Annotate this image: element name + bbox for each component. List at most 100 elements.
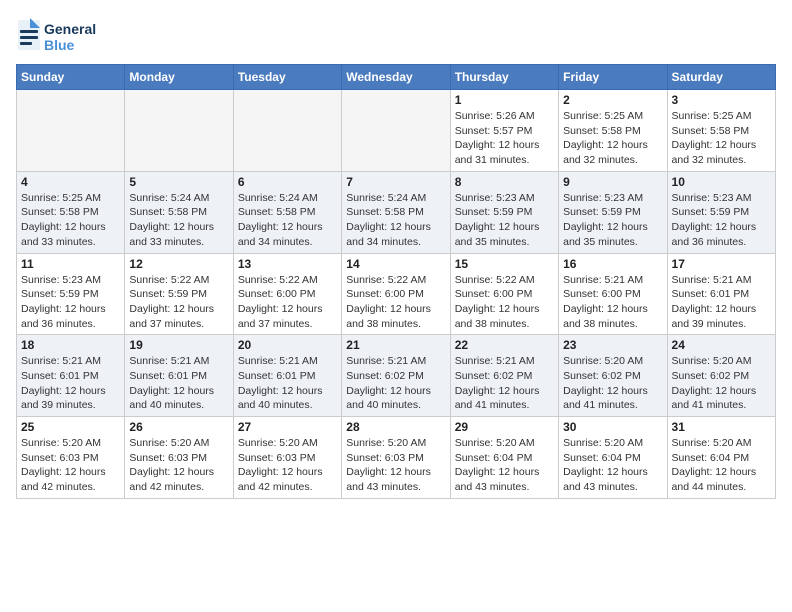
- weekday-header-sunday: Sunday: [17, 65, 125, 90]
- day-number: 14: [346, 257, 445, 271]
- calendar-header-row: SundayMondayTuesdayWednesdayThursdayFrid…: [17, 65, 776, 90]
- day-info: Sunrise: 5:20 AMSunset: 6:03 PMDaylight:…: [21, 436, 120, 495]
- day-number: 3: [672, 93, 771, 107]
- logo: General Blue: [16, 16, 116, 56]
- calendar-cell: 14 Sunrise: 5:22 AMSunset: 6:00 PMDayligh…: [342, 253, 450, 335]
- day-number: 21: [346, 338, 445, 352]
- logo-svg: General Blue: [16, 16, 116, 56]
- calendar-cell: 15 Sunrise: 5:22 AMSunset: 6:00 PMDayligh…: [450, 253, 558, 335]
- calendar-cell: 20 Sunrise: 5:21 AMSunset: 6:01 PMDayligh…: [233, 335, 341, 417]
- day-number: 13: [238, 257, 337, 271]
- calendar-cell: [125, 90, 233, 172]
- day-number: 24: [672, 338, 771, 352]
- day-info: Sunrise: 5:23 AMSunset: 5:59 PMDaylight:…: [21, 273, 120, 332]
- calendar-cell: 8 Sunrise: 5:23 AMSunset: 5:59 PMDaylight…: [450, 171, 558, 253]
- day-info: Sunrise: 5:26 AMSunset: 5:57 PMDaylight:…: [455, 109, 554, 168]
- day-info: Sunrise: 5:22 AMSunset: 6:00 PMDaylight:…: [346, 273, 445, 332]
- day-info: Sunrise: 5:21 AMSunset: 6:00 PMDaylight:…: [563, 273, 662, 332]
- day-info: Sunrise: 5:23 AMSunset: 5:59 PMDaylight:…: [455, 191, 554, 250]
- day-number: 1: [455, 93, 554, 107]
- day-info: Sunrise: 5:22 AMSunset: 6:00 PMDaylight:…: [455, 273, 554, 332]
- day-number: 2: [563, 93, 662, 107]
- day-number: 28: [346, 420, 445, 434]
- day-info: Sunrise: 5:24 AMSunset: 5:58 PMDaylight:…: [238, 191, 337, 250]
- day-number: 26: [129, 420, 228, 434]
- calendar-cell: 24 Sunrise: 5:20 AMSunset: 6:02 PMDayligh…: [667, 335, 775, 417]
- weekday-header-wednesday: Wednesday: [342, 65, 450, 90]
- day-info: Sunrise: 5:21 AMSunset: 6:01 PMDaylight:…: [238, 354, 337, 413]
- calendar-cell: 2 Sunrise: 5:25 AMSunset: 5:58 PMDaylight…: [559, 90, 667, 172]
- day-info: Sunrise: 5:25 AMSunset: 5:58 PMDaylight:…: [563, 109, 662, 168]
- calendar-cell: 26 Sunrise: 5:20 AMSunset: 6:03 PMDayligh…: [125, 417, 233, 499]
- weekday-header-monday: Monday: [125, 65, 233, 90]
- calendar-cell: [17, 90, 125, 172]
- day-number: 6: [238, 175, 337, 189]
- calendar-cell: 3 Sunrise: 5:25 AMSunset: 5:58 PMDaylight…: [667, 90, 775, 172]
- calendar-cell: 9 Sunrise: 5:23 AMSunset: 5:59 PMDaylight…: [559, 171, 667, 253]
- calendar-cell: 31Sunrise: 5:20 AMSunset: 6:04 PMDayligh…: [667, 417, 775, 499]
- day-info: Sunrise: 5:20 AMSunset: 6:03 PMDaylight:…: [129, 436, 228, 495]
- calendar-cell: [342, 90, 450, 172]
- day-number: 19: [129, 338, 228, 352]
- weekday-header-tuesday: Tuesday: [233, 65, 341, 90]
- day-info: Sunrise: 5:20 AMSunset: 6:02 PMDaylight:…: [672, 354, 771, 413]
- calendar-cell: 13Sunrise: 5:22 AMSunset: 6:00 PMDayligh…: [233, 253, 341, 335]
- header: General Blue: [16, 16, 776, 56]
- day-number: 25: [21, 420, 120, 434]
- day-info: Sunrise: 5:22 AMSunset: 5:59 PMDaylight:…: [129, 273, 228, 332]
- weekday-header-saturday: Saturday: [667, 65, 775, 90]
- calendar-cell: 23 Sunrise: 5:20 AMSunset: 6:02 PMDayligh…: [559, 335, 667, 417]
- calendar-cell: 17Sunrise: 5:21 AMSunset: 6:01 PMDayligh…: [667, 253, 775, 335]
- day-info: Sunrise: 5:25 AMSunset: 5:58 PMDaylight:…: [672, 109, 771, 168]
- day-number: 12: [129, 257, 228, 271]
- day-number: 18: [21, 338, 120, 352]
- day-number: 7: [346, 175, 445, 189]
- day-info: Sunrise: 5:21 AMSunset: 6:01 PMDaylight:…: [21, 354, 120, 413]
- day-number: 29: [455, 420, 554, 434]
- day-number: 11: [21, 257, 120, 271]
- svg-text:Blue: Blue: [44, 37, 75, 53]
- day-info: Sunrise: 5:25 AMSunset: 5:58 PMDaylight:…: [21, 191, 120, 250]
- calendar-cell: 28 Sunrise: 5:20 AMSunset: 6:03 PMDayligh…: [342, 417, 450, 499]
- calendar-week-row: 11 Sunrise: 5:23 AMSunset: 5:59 PMDayligh…: [17, 253, 776, 335]
- calendar-cell: 5Sunrise: 5:24 AMSunset: 5:58 PMDaylight…: [125, 171, 233, 253]
- day-info: Sunrise: 5:20 AMSunset: 6:03 PMDaylight:…: [346, 436, 445, 495]
- day-number: 30: [563, 420, 662, 434]
- day-number: 20: [238, 338, 337, 352]
- calendar-week-row: 1 Sunrise: 5:26 AMSunset: 5:57 PMDaylight…: [17, 90, 776, 172]
- calendar-week-row: 18 Sunrise: 5:21 AMSunset: 6:01 PMDayligh…: [17, 335, 776, 417]
- calendar-cell: [233, 90, 341, 172]
- day-info: Sunrise: 5:23 AMSunset: 5:59 PMDaylight:…: [672, 191, 771, 250]
- calendar-cell: 21 Sunrise: 5:21 AMSunset: 6:02 PMDayligh…: [342, 335, 450, 417]
- calendar-cell: 10Sunrise: 5:23 AMSunset: 5:59 PMDayligh…: [667, 171, 775, 253]
- svg-text:General: General: [44, 21, 96, 37]
- calendar-cell: 6 Sunrise: 5:24 AMSunset: 5:58 PMDaylight…: [233, 171, 341, 253]
- day-number: 23: [563, 338, 662, 352]
- calendar-cell: 7 Sunrise: 5:24 AMSunset: 5:58 PMDaylight…: [342, 171, 450, 253]
- calendar-cell: 4 Sunrise: 5:25 AMSunset: 5:58 PMDaylight…: [17, 171, 125, 253]
- day-number: 16: [563, 257, 662, 271]
- calendar-cell: 22Sunrise: 5:21 AMSunset: 6:02 PMDayligh…: [450, 335, 558, 417]
- calendar-cell: 18 Sunrise: 5:21 AMSunset: 6:01 PMDayligh…: [17, 335, 125, 417]
- calendar-week-row: 4 Sunrise: 5:25 AMSunset: 5:58 PMDaylight…: [17, 171, 776, 253]
- day-number: 31: [672, 420, 771, 434]
- day-number: 4: [21, 175, 120, 189]
- calendar-table: SundayMondayTuesdayWednesdayThursdayFrid…: [16, 64, 776, 499]
- day-info: Sunrise: 5:21 AMSunset: 6:02 PMDaylight:…: [346, 354, 445, 413]
- day-number: 15: [455, 257, 554, 271]
- day-info: Sunrise: 5:23 AMSunset: 5:59 PMDaylight:…: [563, 191, 662, 250]
- calendar-cell: 19Sunrise: 5:21 AMSunset: 6:01 PMDayligh…: [125, 335, 233, 417]
- day-info: Sunrise: 5:20 AMSunset: 6:02 PMDaylight:…: [563, 354, 662, 413]
- day-number: 9: [563, 175, 662, 189]
- day-number: 8: [455, 175, 554, 189]
- calendar-cell: 25 Sunrise: 5:20 AMSunset: 6:03 PMDayligh…: [17, 417, 125, 499]
- day-info: Sunrise: 5:24 AMSunset: 5:58 PMDaylight:…: [346, 191, 445, 250]
- day-info: Sunrise: 5:20 AMSunset: 6:04 PMDaylight:…: [563, 436, 662, 495]
- day-info: Sunrise: 5:24 AMSunset: 5:58 PMDaylight:…: [129, 191, 228, 250]
- calendar-cell: 29 Sunrise: 5:20 AMSunset: 6:04 PMDayligh…: [450, 417, 558, 499]
- weekday-header-friday: Friday: [559, 65, 667, 90]
- day-info: Sunrise: 5:20 AMSunset: 6:04 PMDaylight:…: [455, 436, 554, 495]
- day-number: 22: [455, 338, 554, 352]
- calendar-cell: 11 Sunrise: 5:23 AMSunset: 5:59 PMDayligh…: [17, 253, 125, 335]
- calendar-cell: 16 Sunrise: 5:21 AMSunset: 6:00 PMDayligh…: [559, 253, 667, 335]
